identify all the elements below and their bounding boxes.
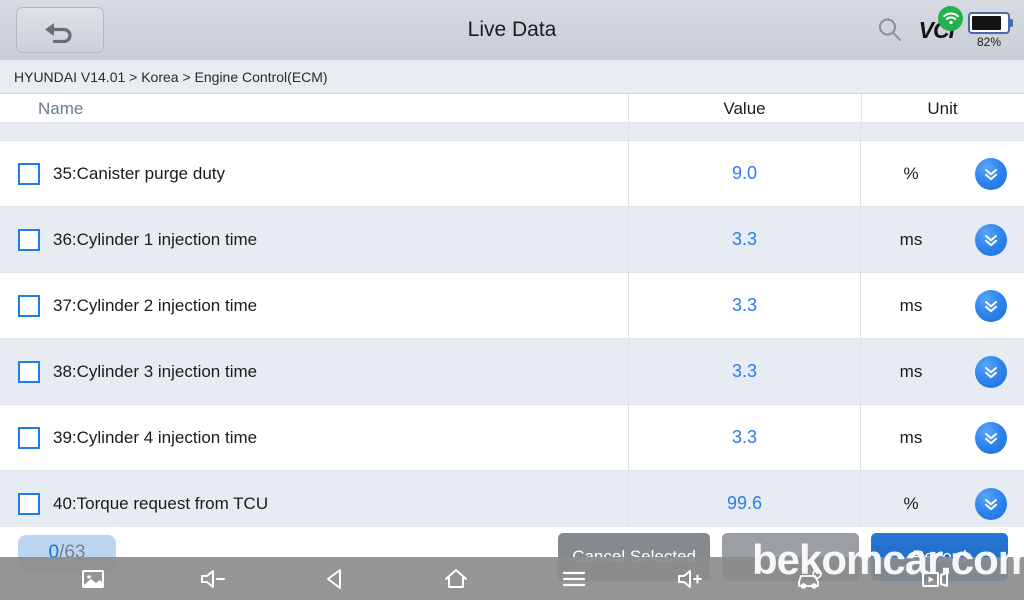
- row-checkbox[interactable]: [18, 360, 40, 383]
- row-expand-button[interactable]: [975, 487, 1007, 520]
- row-label: 37:Cylinder 2 injection time: [53, 295, 258, 315]
- table-row[interactable]: 37:Cylinder 2 injection time 3.3 ms: [0, 273, 1024, 339]
- battery-icon: [968, 11, 1013, 34]
- breadcrumb-text: HYUNDAI V14.01 > Korea > Engine Control(…: [14, 68, 328, 85]
- row-checkbox[interactable]: [18, 426, 40, 449]
- row-checkbox[interactable]: [18, 162, 40, 185]
- table-header: Name Value Unit: [0, 94, 1024, 123]
- row-unit: ms: [899, 361, 923, 381]
- row-expand-button[interactable]: [975, 355, 1007, 388]
- battery-indicator: 82%: [968, 11, 1013, 49]
- double-chevron-down-icon: [985, 432, 997, 444]
- row-name-cell: 40:Torque request from TCU: [0, 471, 628, 527]
- row-value: 9.0: [628, 141, 861, 206]
- back-arrow-icon: [45, 23, 72, 43]
- table-row[interactable]: 38:Cylinder 3 injection time 3.3 ms: [0, 339, 1024, 405]
- screen-record-button[interactable]: [900, 557, 970, 600]
- android-home-button[interactable]: [421, 557, 491, 600]
- vci-indicator[interactable]: VCI: [919, 5, 963, 44]
- table-row[interactable]: 39:Cylinder 4 injection time 3.3 ms: [0, 405, 1024, 471]
- row-expand-button[interactable]: [975, 223, 1007, 256]
- back-triangle-icon: [327, 568, 341, 589]
- home-icon: [445, 568, 467, 588]
- double-chevron-down-icon: [985, 234, 997, 246]
- row-value: 3.3: [628, 405, 861, 470]
- row-expand-button[interactable]: [975, 421, 1007, 454]
- double-chevron-down-icon: [985, 300, 997, 312]
- row-name-cell: 35:Canister purge duty: [0, 141, 628, 206]
- row-name-cell: 38:Cylinder 3 injection time: [0, 339, 628, 404]
- row-label: 35:Canister purge duty: [53, 163, 225, 183]
- screenshot-button[interactable]: [58, 557, 128, 600]
- android-navbar: [0, 557, 1024, 600]
- row-value: 99.6: [628, 471, 861, 527]
- car-shortcut-button[interactable]: [775, 557, 845, 600]
- double-chevron-down-icon: [985, 168, 997, 180]
- menu-icon: [562, 571, 586, 586]
- row-value: 3.3: [628, 273, 861, 338]
- live-data-table[interactable]: 35:Canister purge duty 9.0 % 36:Cylinder…: [0, 123, 1024, 527]
- row-value: 3.3: [628, 339, 861, 404]
- table-row[interactable]: 36:Cylinder 1 injection time 3.3 ms: [0, 207, 1024, 273]
- row-unit: %: [903, 493, 919, 513]
- row-unit: ms: [899, 295, 923, 315]
- volume-down-icon: [201, 569, 225, 588]
- column-header-name: Name: [38, 98, 84, 118]
- app-header: Live Data VCI 82%: [0, 0, 1024, 60]
- row-unit: ms: [899, 229, 923, 249]
- row-checkbox[interactable]: [18, 492, 40, 515]
- double-chevron-down-icon: [985, 366, 997, 378]
- row-label: 39:Cylinder 4 injection time: [53, 427, 258, 447]
- header-status-area: VCI 82%: [875, 5, 1013, 49]
- table-row[interactable]: 35:Canister purge duty 9.0 %: [0, 141, 1024, 207]
- wifi-icon: [938, 5, 963, 31]
- search-icon[interactable]: [875, 15, 905, 45]
- row-value: 3.3: [628, 207, 861, 272]
- row-expand-button[interactable]: [975, 289, 1007, 322]
- volume-up-button[interactable]: [655, 557, 725, 600]
- double-chevron-down-icon: [985, 498, 997, 510]
- android-back-button[interactable]: [300, 557, 370, 600]
- page-title: Live Data: [467, 18, 557, 41]
- live-data-screen: Live Data VCI 82% HYUNDAI V14.01 > Korea…: [0, 0, 1024, 600]
- row-checkbox[interactable]: [18, 228, 40, 251]
- screenshot-icon: [82, 569, 104, 588]
- row-unit: ms: [899, 427, 923, 447]
- row-name-cell: 36:Cylinder 1 injection time: [0, 207, 628, 272]
- volume-down-button[interactable]: [178, 557, 248, 600]
- row-name-cell: 39:Cylinder 4 injection time: [0, 405, 628, 470]
- row-label: 38:Cylinder 3 injection time: [53, 361, 258, 381]
- row-expand-button[interactable]: [975, 157, 1007, 190]
- back-button[interactable]: [16, 7, 104, 53]
- breadcrumb[interactable]: HYUNDAI V14.01 > Korea > Engine Control(…: [0, 60, 1024, 94]
- table-row-partial: [0, 123, 1024, 141]
- volume-up-icon: [678, 569, 702, 588]
- row-label: 40:Torque request from TCU: [53, 493, 269, 513]
- column-header-unit: Unit: [927, 98, 958, 118]
- row-label: 36:Cylinder 1 injection time: [53, 229, 258, 249]
- car-icon: [798, 568, 822, 589]
- row-checkbox[interactable]: [18, 294, 40, 317]
- column-header-value: Value: [723, 98, 766, 118]
- table-row[interactable]: 40:Torque request from TCU 99.6 %: [0, 471, 1024, 527]
- battery-percent: 82%: [976, 34, 1002, 49]
- row-unit: %: [903, 163, 919, 183]
- row-name-cell: 37:Cylinder 2 injection time: [0, 273, 628, 338]
- video-record-icon: [922, 571, 948, 587]
- android-menu-button[interactable]: [539, 557, 609, 600]
